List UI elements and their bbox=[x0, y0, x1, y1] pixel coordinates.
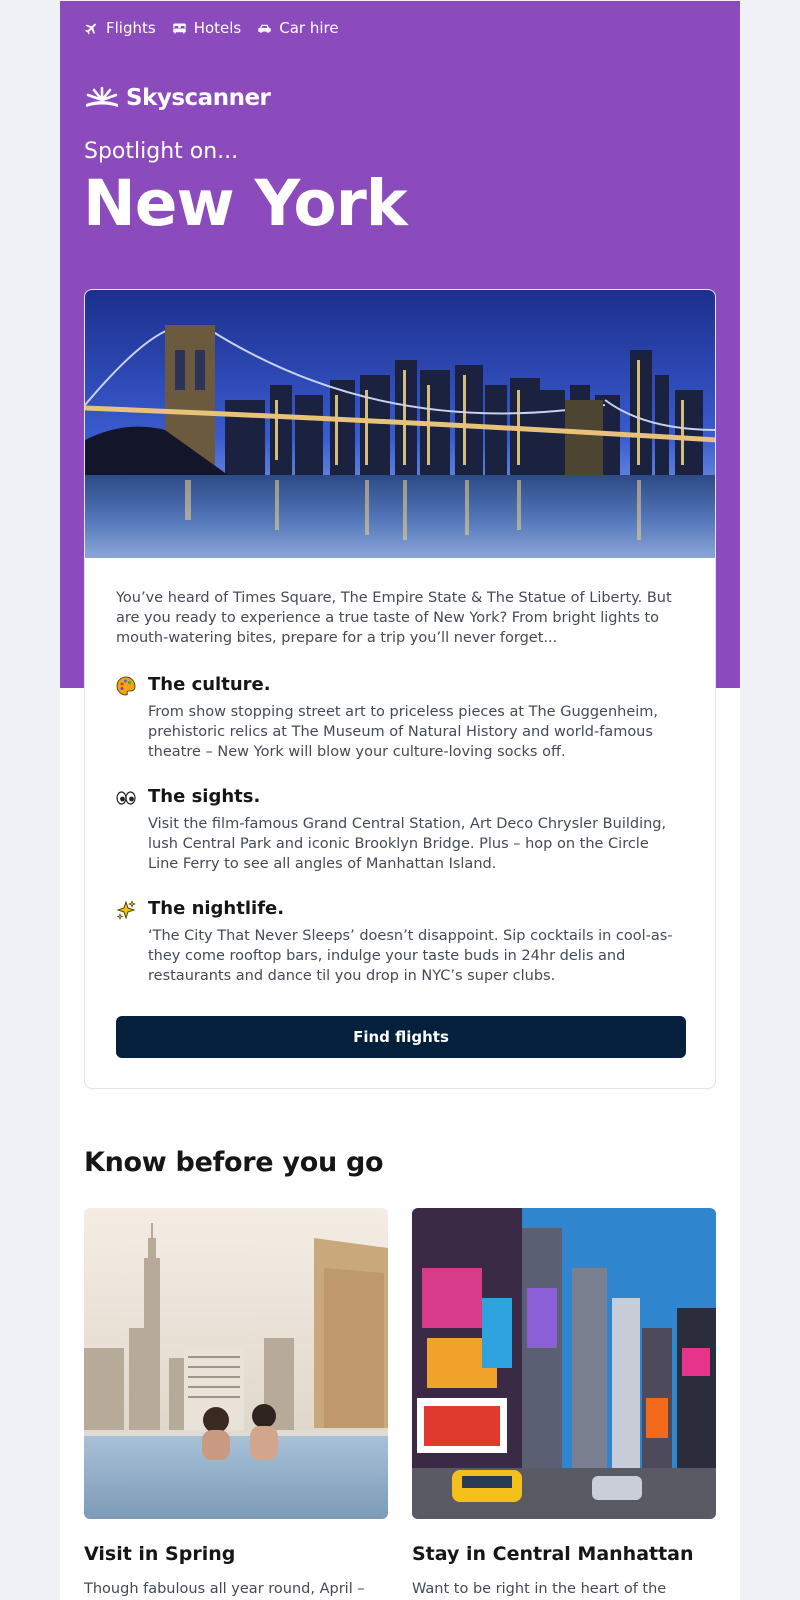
hero-kicker: Spotlight on... bbox=[84, 139, 239, 164]
nav-hotels-label: Hotels bbox=[193, 19, 242, 37]
tile-title: Stay in Central Manhattan bbox=[412, 1543, 694, 1565]
content-card: You’ve heard of Times Square, The Empire… bbox=[84, 289, 716, 1089]
find-flights-button[interactable]: Find flights bbox=[116, 1016, 686, 1058]
section-title: The culture. bbox=[148, 674, 271, 695]
hero-headline: New York bbox=[83, 167, 408, 240]
know-before-title: Know before you go bbox=[84, 1147, 384, 1178]
tile-visit-spring[interactable]: Visit in Spring Though fabulous all year… bbox=[84, 1208, 388, 1597]
skyscanner-logo[interactable]: Skyscanner bbox=[84, 85, 271, 111]
brand-name: Skyscanner bbox=[126, 85, 271, 111]
car-icon bbox=[258, 24, 271, 33]
section-title: The sights. bbox=[148, 786, 261, 807]
plane-icon bbox=[85, 23, 96, 34]
tile-title: Visit in Spring bbox=[84, 1543, 236, 1565]
nav-car-hire-label: Car hire bbox=[279, 19, 339, 37]
palette-icon bbox=[116, 676, 136, 696]
tile-central-manhattan[interactable]: Stay in Central Manhattan Want to be rig… bbox=[412, 1208, 716, 1597]
times-square-image bbox=[412, 1208, 716, 1519]
section-body: From show stopping street art to pricele… bbox=[148, 704, 659, 760]
nav-car-hire[interactable]: Car hire bbox=[257, 18, 339, 38]
tile-body: Want to be right in the heart of the act… bbox=[412, 1581, 667, 1597]
sunrise-logo-icon bbox=[86, 86, 118, 107]
sparkles-icon bbox=[116, 900, 136, 920]
bed-icon bbox=[172, 23, 186, 33]
nav-hotels[interactable]: Hotels bbox=[172, 18, 242, 38]
intro-text: You’ve heard of Times Square, The Empire… bbox=[116, 590, 672, 646]
hero-image bbox=[85, 290, 715, 558]
section-body: Visit the film-famous Grand Central Stat… bbox=[148, 816, 667, 872]
email-container: Flights Hotels Car hire Skyscanner Spotl… bbox=[60, 1, 740, 1600]
eyes-icon bbox=[116, 791, 136, 805]
nav-flights-label: Flights bbox=[106, 19, 156, 37]
section-body: ‘The City That Never Sleeps’ doesn’t dis… bbox=[148, 928, 673, 984]
tile-body: Though fabulous all year round, April – … bbox=[84, 1581, 365, 1597]
section-title: The nightlife. bbox=[148, 898, 285, 919]
top-nav: Flights Hotels Car hire bbox=[84, 18, 339, 38]
rooftop-pool-image bbox=[84, 1208, 388, 1519]
nav-flights[interactable]: Flights bbox=[84, 18, 156, 38]
